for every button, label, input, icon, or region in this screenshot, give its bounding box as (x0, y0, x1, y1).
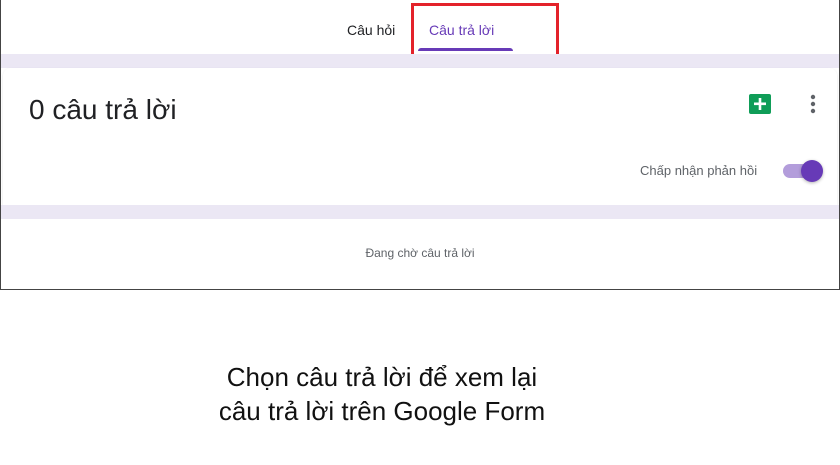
toggle-thumb (801, 160, 823, 182)
waiting-for-responses-text: Đang chờ câu trả lời (365, 246, 475, 260)
tab-questions[interactable]: Câu hỏi (347, 22, 395, 38)
caption-line-1: Chọn câu trả lời để xem lại (226, 362, 538, 392)
accepting-responses-toggle[interactable] (781, 160, 825, 182)
response-count-heading: 0 câu trả lời (29, 94, 177, 125)
background-band-top (1, 54, 839, 68)
caption: Chọn câu trả lời để xem lại câu trả lời … (0, 360, 764, 428)
responses-summary-card: 0 câu trả lời Chấp nhận phản hồi (3, 68, 837, 205)
accepting-responses-label: Chấp nhận phản hồi (640, 163, 758, 178)
screenshot-frame: Câu hỏi Câu trả lời 0 câu trả lời Chấp n… (0, 0, 840, 290)
caption-line-2: câu trả lời trên Google Form (218, 396, 546, 426)
background-band-bottom (1, 205, 839, 219)
tab-bar: Câu hỏi Câu trả lời (1, 0, 839, 69)
more-vert-icon[interactable] (803, 92, 823, 116)
google-sheets-icon[interactable] (749, 94, 771, 114)
